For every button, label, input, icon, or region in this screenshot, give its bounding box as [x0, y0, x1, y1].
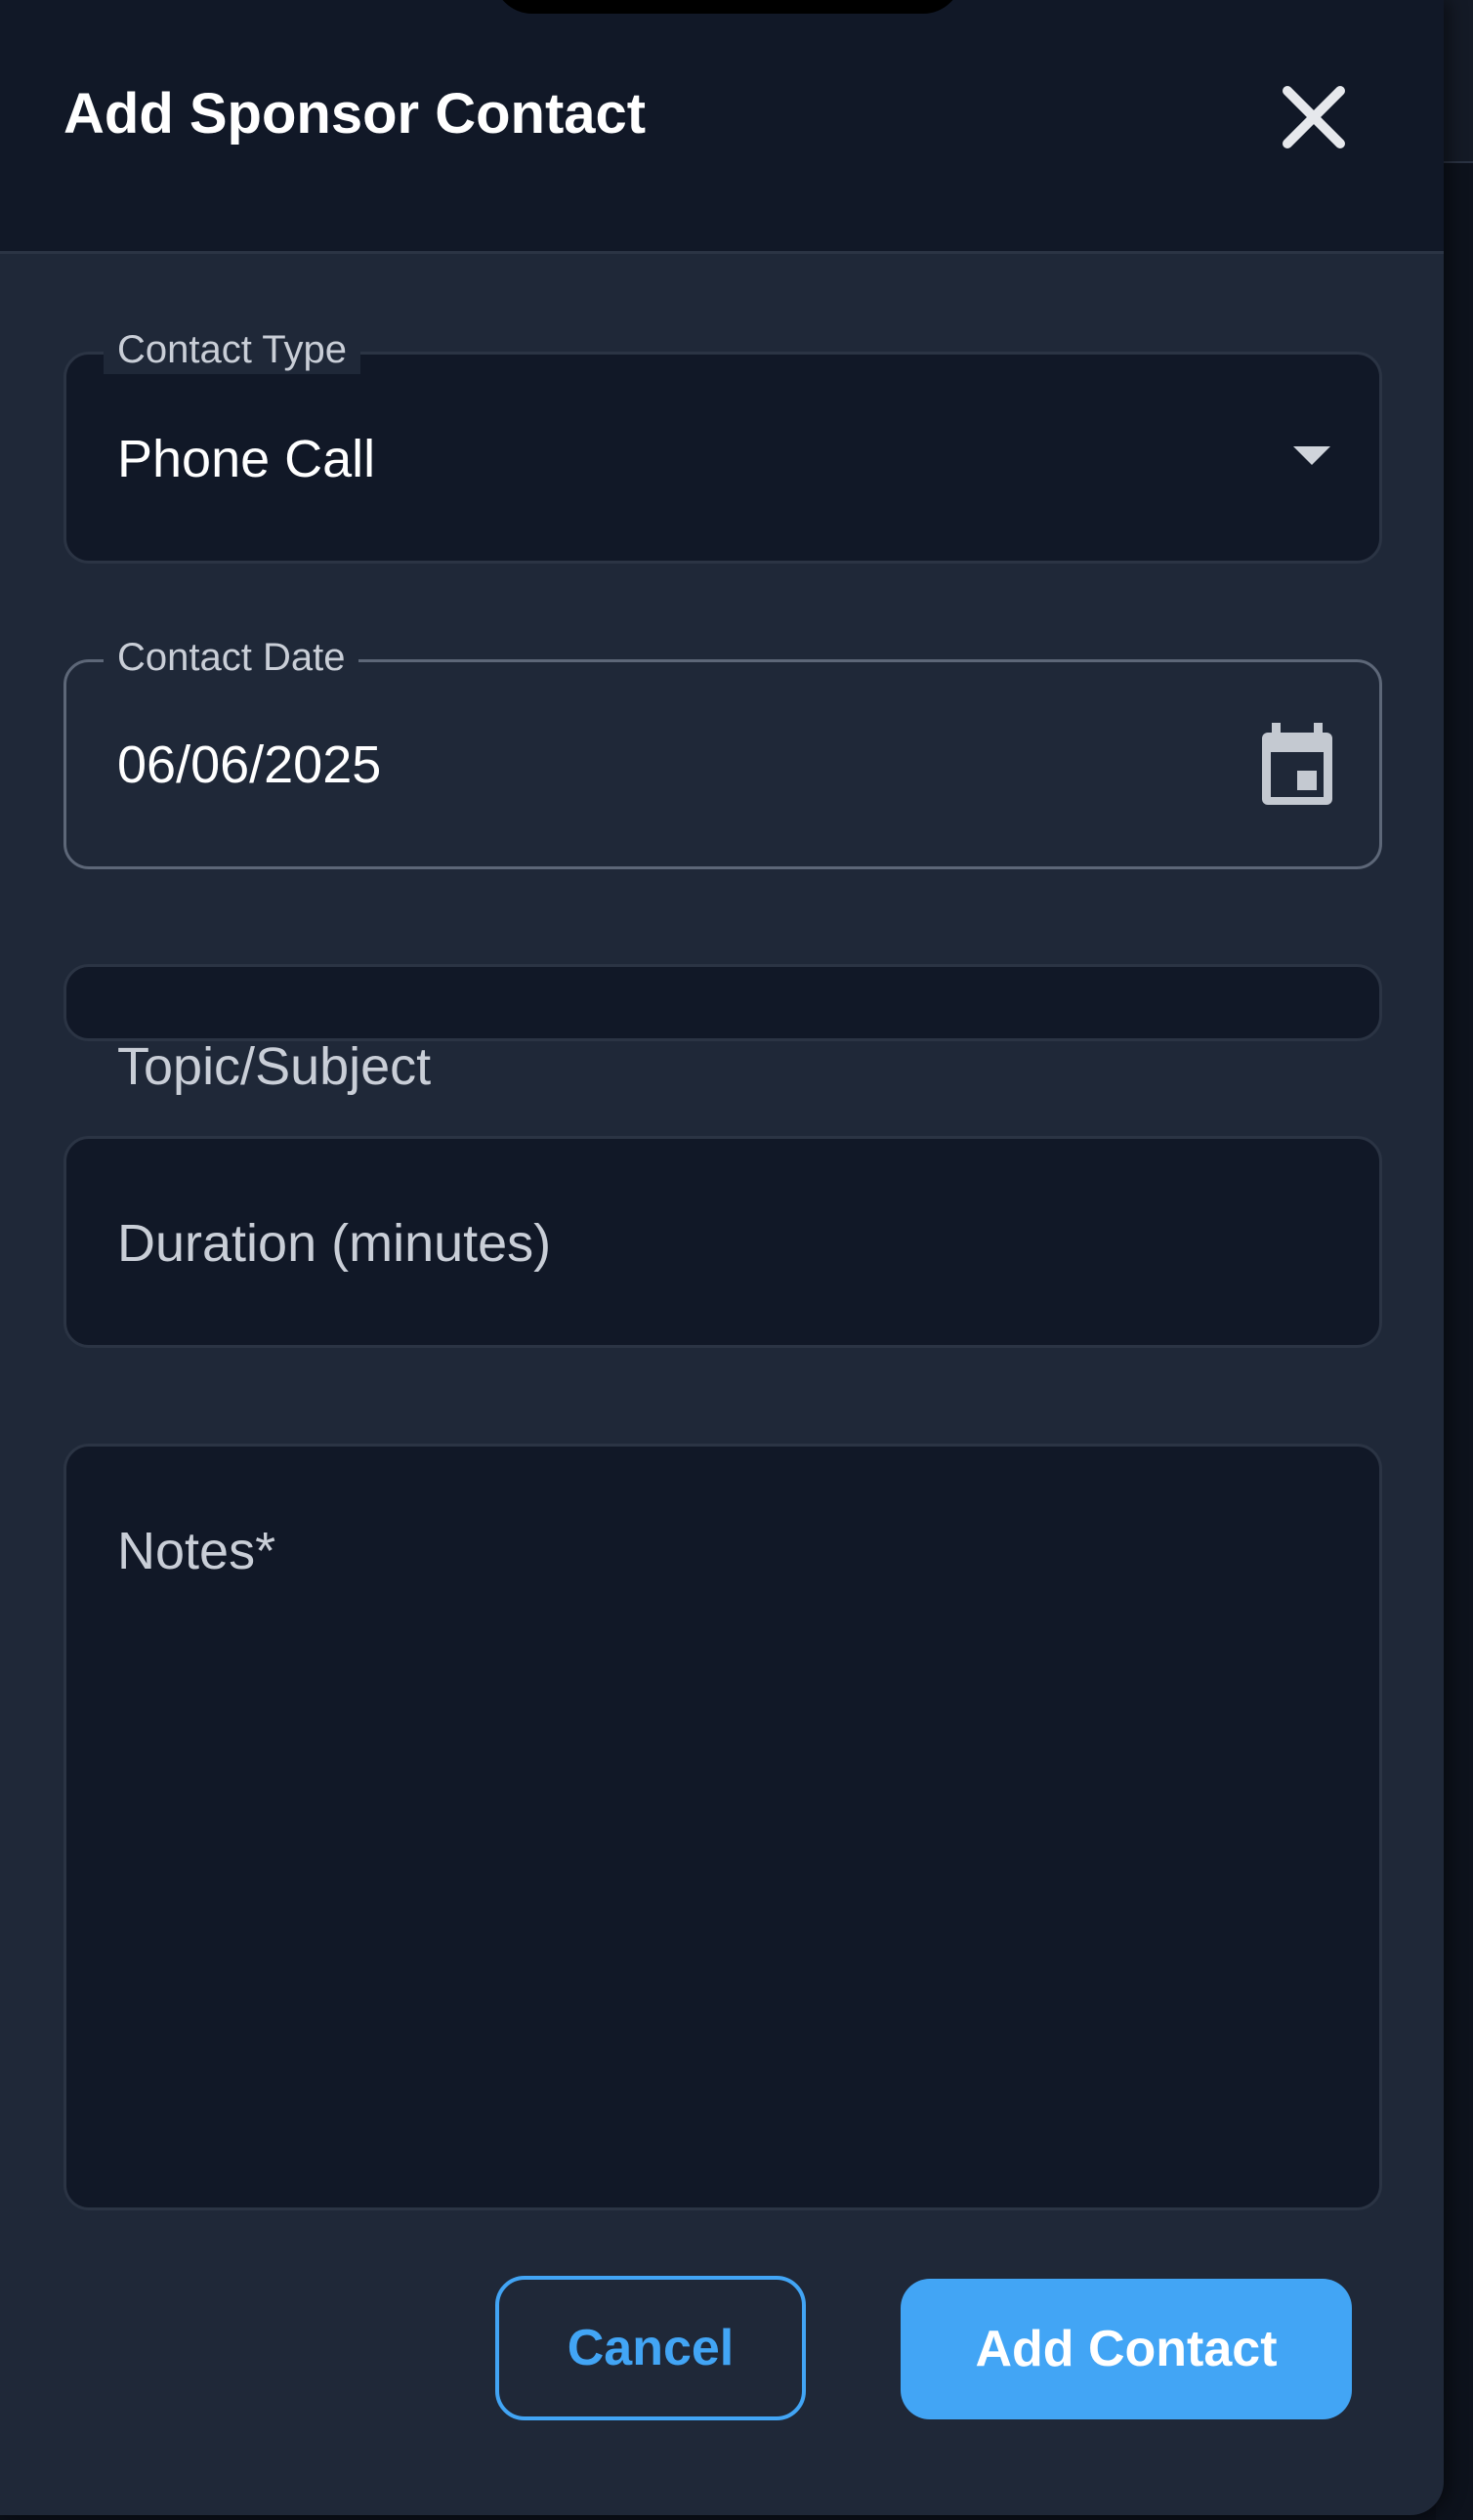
contact-type-select[interactable]: Contact Type Phone Call [63, 325, 1382, 564]
contact-type-value: Phone Call [117, 430, 376, 488]
close-icon [1283, 86, 1345, 148]
contact-date-field[interactable]: Contact Date 06/06/2025 [63, 633, 1382, 869]
add-contact-button[interactable]: Add Contact [901, 2279, 1352, 2419]
calendar-button[interactable] [1258, 723, 1336, 807]
device-notch [493, 0, 962, 14]
dialog-header: Add Sponsor Contact [0, 0, 1444, 254]
contact-date-value: 06/06/2025 [117, 735, 382, 794]
dialog-title: Add Sponsor Contact [63, 82, 647, 146]
add-sponsor-contact-dialog: Add Sponsor Contact Contact Type Phone C… [0, 0, 1444, 2515]
chevron-down-icon [1293, 446, 1330, 465]
duration-input[interactable]: Duration (minutes) [63, 1136, 1382, 1348]
close-button[interactable] [1270, 73, 1358, 161]
notes-placeholder: Notes* [117, 1522, 276, 1580]
duration-placeholder: Duration (minutes) [117, 1214, 552, 1273]
notes-textarea[interactable]: Notes* [63, 1444, 1382, 2210]
topic-input[interactable] [63, 964, 1382, 1041]
calendar-icon [1262, 723, 1332, 805]
contact-type-label: Contact Type [104, 325, 360, 374]
topic-placeholder: Topic/Subject [117, 1037, 432, 1096]
cancel-button[interactable]: Cancel [495, 2276, 806, 2420]
contact-date-label: Contact Date [104, 633, 359, 682]
